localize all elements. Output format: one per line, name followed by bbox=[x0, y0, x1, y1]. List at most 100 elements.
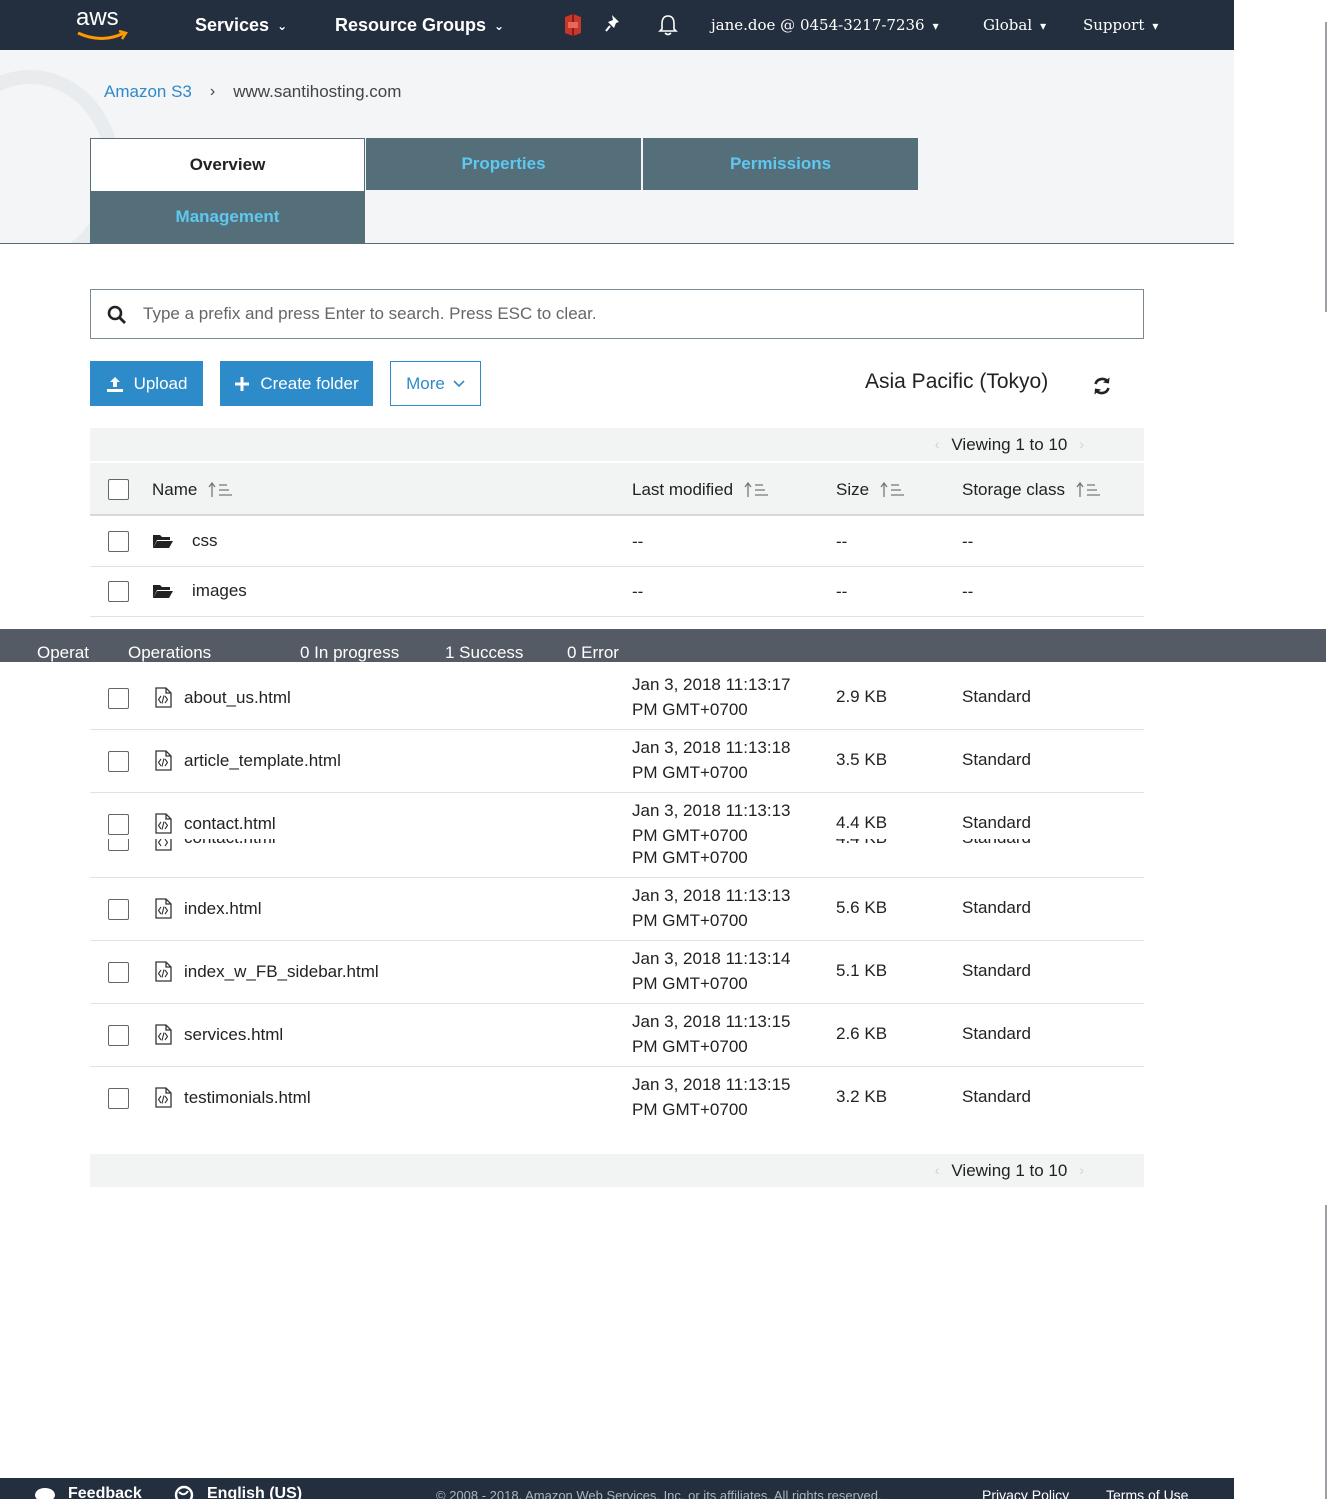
file-link[interactable]: index.html bbox=[184, 899, 261, 919]
operations-in-progress[interactable]: 0 In progress bbox=[300, 643, 399, 662]
top-navigation-bar: aws Services ⌄ Resource Groups ⌄ jane.doe … bbox=[0, 0, 1234, 50]
aws-logo[interactable]: aws bbox=[76, 4, 136, 44]
feedback-link[interactable]: Feedback bbox=[68, 1485, 142, 1499]
row-checkbox[interactable] bbox=[108, 814, 129, 835]
file-link[interactable]: testimonials.html bbox=[184, 1088, 311, 1108]
operations-success[interactable]: 1 Success bbox=[445, 643, 523, 662]
last-modified-zone: PM GMT+0700 bbox=[632, 700, 748, 719]
column-header-name[interactable]: Name bbox=[152, 463, 233, 516]
html-file-icon bbox=[155, 961, 172, 982]
account-menu[interactable]: jane.doe @ 0454-3217-7236 ▾ bbox=[711, 0, 939, 50]
table-row: images -- -- -- bbox=[90, 567, 1144, 617]
next-page-icon[interactable]: › bbox=[1079, 428, 1084, 461]
region-menu[interactable]: Global ▾ bbox=[983, 0, 1046, 50]
last-modified-zone: PM GMT+0700 bbox=[632, 974, 748, 993]
object-name-cell: testimonials.html bbox=[154, 1087, 311, 1108]
row-checkbox[interactable] bbox=[108, 581, 129, 602]
speech-bubble-icon bbox=[35, 1488, 55, 1499]
refresh-icon[interactable] bbox=[1092, 375, 1112, 397]
file-link[interactable]: about_us.html bbox=[184, 688, 291, 708]
column-header-name-label: Name bbox=[152, 480, 198, 499]
operations-label[interactable]: Operations bbox=[128, 643, 211, 662]
file-link[interactable]: services.html bbox=[184, 1025, 283, 1045]
search-input[interactable] bbox=[143, 290, 1133, 338]
html-file-icon bbox=[155, 687, 172, 708]
storage-class-cell: Standard bbox=[962, 1087, 1031, 1106]
more-actions-dropdown[interactable]: More bbox=[390, 361, 481, 406]
resource-groups-menu[interactable]: Resource Groups ⌄ bbox=[335, 0, 504, 50]
previous-page-icon[interactable]: ‹ bbox=[935, 428, 940, 461]
next-page-icon[interactable]: › bbox=[1079, 1154, 1084, 1187]
upload-button[interactable]: Upload bbox=[90, 361, 203, 406]
scrollbar-track-bottom[interactable] bbox=[1325, 1205, 1327, 1499]
last-modified-cell: Jan 3, 2018 11:13:14 PM GMT+0700 bbox=[632, 946, 791, 996]
html-file-icon bbox=[155, 839, 172, 851]
object-name-cell: css bbox=[152, 531, 218, 551]
storage-class-cell: -- bbox=[962, 532, 974, 551]
operations-status-bar[interactable]: Operat Operations 0 In progress 1 Succes… bbox=[0, 629, 1326, 662]
sort-icon bbox=[208, 481, 233, 497]
row-checkbox[interactable] bbox=[108, 1088, 129, 1109]
size-fragment: 4.4 KB bbox=[836, 839, 887, 851]
privacy-policy-link[interactable]: Privacy Policy bbox=[982, 1487, 1069, 1499]
support-menu[interactable]: Support ▾ bbox=[1083, 0, 1158, 50]
caret-down-icon: ▾ bbox=[1152, 19, 1159, 33]
row-checkbox[interactable] bbox=[108, 531, 129, 552]
last-modified-date: Jan 3, 2018 11:13:15 bbox=[632, 1075, 791, 1094]
storage-class-cell: Standard bbox=[962, 687, 1031, 706]
row-checkbox[interactable] bbox=[108, 962, 129, 983]
row-checkbox[interactable] bbox=[108, 1025, 129, 1046]
file-link[interactable]: contact.html bbox=[184, 814, 276, 834]
bell-icon[interactable] bbox=[657, 13, 679, 37]
upload-button-label: Upload bbox=[133, 373, 188, 393]
size-fragment-text: 4.4 KB bbox=[836, 839, 887, 846]
select-all-checkbox[interactable] bbox=[108, 479, 129, 500]
folder-link[interactable]: css bbox=[192, 531, 218, 551]
support-menu-label: Support bbox=[1083, 16, 1145, 34]
tab-overview[interactable]: Overview bbox=[90, 138, 365, 191]
last-modified-cell: Jan 3, 2018 11:13:15 PM GMT+0700 bbox=[632, 1009, 791, 1059]
column-header-storage-class-label: Storage class bbox=[962, 480, 1065, 499]
html-file-icon bbox=[155, 898, 172, 919]
tab-properties[interactable]: Properties bbox=[366, 138, 641, 190]
search-icon bbox=[107, 305, 126, 324]
aws-logo-text: aws bbox=[76, 4, 119, 31]
services-menu[interactable]: Services ⌄ bbox=[195, 0, 287, 50]
aws-smile-icon bbox=[77, 30, 128, 40]
column-header-size[interactable]: Size bbox=[836, 463, 905, 516]
row-checkbox[interactable] bbox=[108, 899, 129, 920]
breadcrumb-current-bucket: www.santihosting.com bbox=[233, 82, 402, 101]
scrollbar-track-top[interactable] bbox=[1325, 22, 1327, 312]
caret-down-icon: ▾ bbox=[1040, 19, 1047, 33]
folder-icon bbox=[153, 585, 173, 598]
object-name-cell: article_template.html bbox=[154, 750, 341, 771]
terms-of-use-link[interactable]: Terms of Use bbox=[1106, 1487, 1188, 1499]
create-folder-button[interactable]: Create folder bbox=[220, 361, 373, 406]
create-folder-button-label: Create folder bbox=[260, 373, 359, 393]
previous-page-icon[interactable]: ‹ bbox=[935, 1154, 940, 1187]
pin-icon[interactable] bbox=[604, 13, 626, 37]
column-header-last-modified[interactable]: Last modified bbox=[632, 463, 769, 516]
s3-service-icon[interactable] bbox=[562, 13, 584, 37]
file-link-fragment: contact.html bbox=[184, 839, 276, 851]
resource-groups-menu-label: Resource Groups bbox=[335, 15, 487, 35]
chevron-down-icon bbox=[453, 379, 465, 387]
file-link[interactable]: article_template.html bbox=[184, 751, 341, 771]
row-checkbox[interactable] bbox=[108, 751, 129, 772]
tab-management[interactable]: Management bbox=[90, 191, 365, 243]
table-row: contact.html Jan 3, 2018 11:13:13 PM GMT… bbox=[90, 793, 1144, 878]
last-modified-cell: Jan 3, 2018 11:13:13 PM GMT+0700 bbox=[632, 883, 791, 933]
folder-link[interactable]: images bbox=[192, 581, 247, 601]
column-header-storage-class[interactable]: Storage class bbox=[962, 463, 1101, 516]
row-checkbox[interactable] bbox=[108, 688, 129, 709]
last-modified-cell: Jan 3, 2018 11:13:18 PM GMT+0700 bbox=[632, 735, 791, 785]
operations-error[interactable]: 0 Error bbox=[567, 643, 619, 662]
language-selector[interactable]: English (US) bbox=[207, 1485, 302, 1499]
tab-permissions[interactable]: Permissions bbox=[643, 138, 918, 190]
column-header-last-modified-label: Last modified bbox=[632, 480, 734, 499]
breadcrumb-amazon-s3-link[interactable]: Amazon S3 bbox=[104, 82, 192, 102]
html-file-icon bbox=[155, 1087, 172, 1108]
folder-icon bbox=[153, 535, 173, 548]
file-link[interactable]: index_w_FB_sidebar.html bbox=[184, 962, 379, 982]
last-modified-zone: PM GMT+0700 bbox=[632, 1037, 748, 1056]
